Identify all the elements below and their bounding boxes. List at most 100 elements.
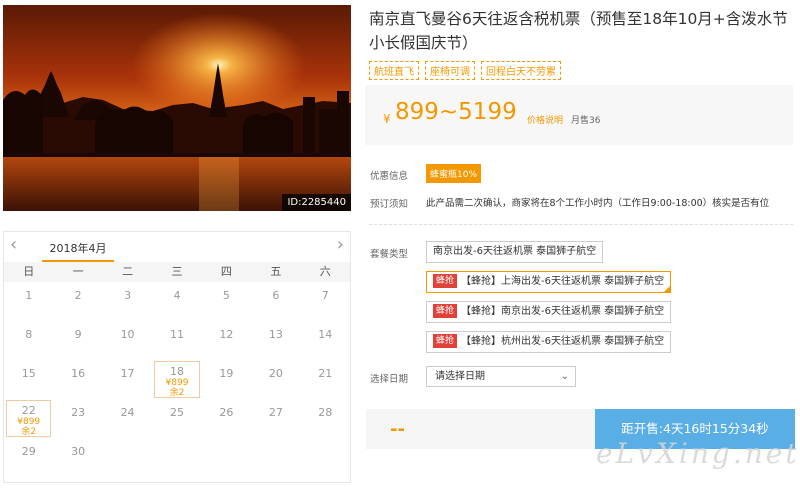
weekday-tue: 二 [122,265,134,278]
feature-tag: 座椅可调 [425,61,475,80]
package-option-label: 南京出发-6天往返机票 泰国狮子航空 [433,246,597,257]
calendar-day-number: 13 [268,328,283,341]
flash-sale-badge: 蜂抢 [433,304,458,318]
calendar-day: 24 [103,399,152,438]
calendar-day: 16 [53,360,102,399]
monthly-sold-count: 月售36 [571,116,601,126]
calendar-day: 17 [103,360,152,399]
package-option-shanghai[interactable]: 蜂抢 【蜂抢】上海出发-6天往返机票 泰国狮子航空 [426,271,672,293]
calendar-day: 3 [103,282,152,321]
calendar-day-number: 11 [169,328,184,341]
sunset-temple-photo [3,5,351,211]
calendar-next-month-button[interactable]: › [337,234,344,255]
weekday-mon: 一 [72,265,84,278]
calendar-day: 12 [202,321,251,360]
calendar-day: 5 [202,282,251,321]
calendar-day: 15 [4,360,53,399]
calendar-weekday-header: 日 一 二 三 四 五 六 [4,262,350,282]
calendar-day: 10 [103,321,152,360]
notice-label: 预订须知 [370,199,409,210]
calendar-day-number: 20 [268,367,283,380]
calendar-day: 4 [152,282,201,321]
total-price-bar: -- [366,409,595,449]
calendar-day-price: ¥899 [17,417,41,427]
package-option-label: 【蜂抢】上海出发-6天往返机票 泰国狮子航空 [461,276,665,287]
calendar-day: 28 [301,399,350,438]
calendar-day: 21 [301,360,350,399]
calendar-day-number: 12 [219,328,234,341]
calendar-day-number: 8 [25,328,33,341]
calendar-day-number: 7 [321,289,329,302]
calendar-day: 2 [53,282,102,321]
calendar-day: 8 [4,321,53,360]
calendar-day: 29 [4,438,53,477]
calendar-day-stock: 余2 [169,388,185,398]
calendar-day-grid: 1 2 3 4 5 6 7 8 9 10 11 12 13 14 15 16 17 18 ¥899 余2 19 20 21 2… [4,282,350,477]
calendar-day-number: 14 [318,328,333,341]
package-label: 套餐类型 [370,249,409,260]
flash-sale-badge: 蜂抢 [433,334,458,348]
package-option-hangzhou-flash[interactable]: 蜂抢 【蜂抢】杭州出发-6天往返机票 泰国狮子航空 [426,331,672,353]
feature-tag: 回程白天不劳累 [481,61,561,80]
package-option-label: 【蜂抢】杭州出发-6天往返机票 泰国狮子航空 [461,336,665,347]
calendar-day-number: 23 [71,406,86,419]
calendar-day-number: 19 [219,367,234,380]
image-id-label: ID:2285440 [282,194,351,211]
calendar-day: 20 [251,360,300,399]
flash-sale-badge: 蜂抢 [433,274,458,288]
calendar-day: 14 [301,321,350,360]
calendar-day: 6 [251,282,300,321]
site-watermark: eLvXing.net [596,437,800,470]
calendar-prev-month-button[interactable]: ‹ [10,234,17,255]
selected-check-icon [663,285,672,293]
calendar-day-number: 17 [120,367,135,380]
weekday-thu: 四 [220,265,232,278]
calendar-day-number: 3 [124,289,132,302]
calendar-day-number: 9 [74,328,82,341]
product-title: 南京直飞曼谷6天往返含税机票（预售至18年10月+含泼水节小长假国庆节） [369,10,788,52]
date-select[interactable]: 请选择日期 ⌄ [426,366,576,387]
promo-badge: 蜂蜜瓶10% [426,164,482,183]
package-option-label: 【蜂抢】南京出发-6天往返机票 泰国狮子航空 [461,306,665,317]
price-currency: ¥ [383,112,391,126]
price-note-link[interactable]: 价格说明 [527,113,563,126]
calendar-day-number: 10 [120,328,135,341]
weekday-wed: 三 [171,265,183,278]
calendar-month-tab[interactable]: 2018年4月 [42,240,114,262]
calendar-day-available[interactable]: 22 ¥899 余2 [6,400,52,437]
calendar-day: 13 [251,321,300,360]
weekday-sun: 日 [23,265,35,278]
package-option-nanjing[interactable]: 南京出发-6天往返机票 泰国狮子航空 [426,241,604,263]
calendar-day-number: 5 [222,289,230,302]
calendar-day-number: 28 [318,406,333,419]
section-divider [369,224,793,225]
calendar-day-available[interactable]: 18 ¥899 余2 [154,361,200,398]
total-price: -- [390,419,405,440]
calendar-day: 1 [4,282,53,321]
calendar-day: 19 [202,360,251,399]
calendar-day-number: 30 [71,445,86,458]
calendar-day-number: 18 [169,365,184,378]
calendar-day-number: 2 [74,289,82,302]
calendar-day-stock: 余2 [21,427,37,437]
calendar-day-number: 4 [173,289,181,302]
calendar-day: 9 [53,321,102,360]
chevron-down-icon: ⌄ [560,371,569,382]
calendar-day-number: 16 [71,367,86,380]
price-panel: ¥ 899~5199 价格说明 月售36 [365,85,793,145]
calendar-day-number: 24 [120,406,135,419]
calendar-day-number: 27 [268,406,283,419]
calendar-day-number: 1 [25,289,33,302]
departure-calendar: ‹ 2018年4月 › 日 一 二 三 四 五 六 1 2 3 4 5 6 7 8 9 10 11 1… [3,231,351,483]
date-label: 选择日期 [370,374,409,385]
calendar-day-number: 15 [21,367,36,380]
calendar-day-price: ¥899 [165,378,189,388]
package-option-nanjing-flash[interactable]: 蜂抢 【蜂抢】南京出发-6天往返机票 泰国狮子航空 [426,301,672,323]
calendar-day: 30 [53,438,102,477]
calendar-day-number: 22 [21,404,36,417]
date-select-value: 请选择日期 [435,371,485,382]
feature-tag: 航班直飞 [369,61,419,80]
calendar-day: 7 [301,282,350,321]
promo-label: 优惠信息 [370,171,409,182]
calendar-nav: ‹ 2018年4月 › [4,232,350,262]
